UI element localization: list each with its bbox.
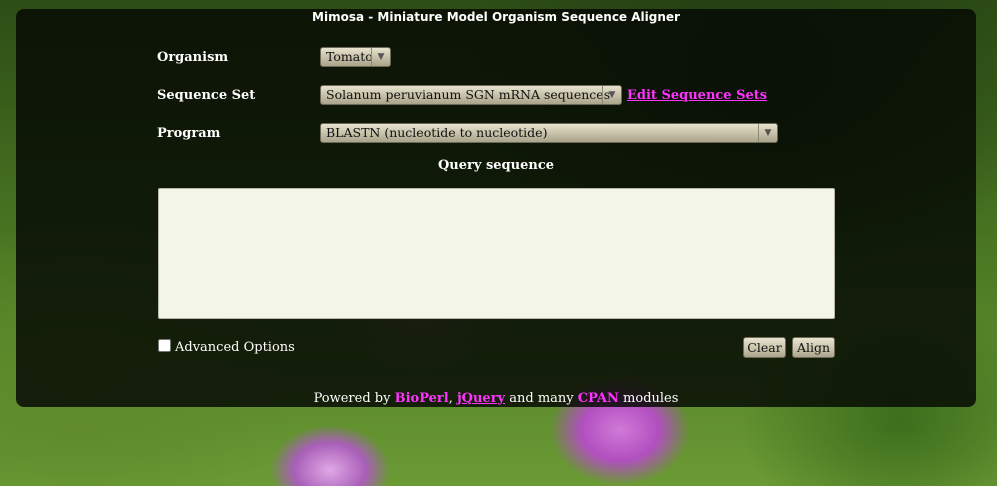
app-title: Mimosa - Miniature Model Organism Sequen… [312,10,680,24]
sequence-set-select[interactable]: Solanum peruvianum SGN mRNA sequences ▼ [320,85,622,105]
program-select-value: BLASTN (nucleotide to nucleotide) [326,125,548,140]
footer-middle: and many [505,391,578,406]
query-sequence-heading: Query sequence [437,158,555,173]
chevron-down-icon: ▼ [602,86,621,104]
chevron-down-icon: ▼ [371,48,390,66]
footer-credits: Powered by BioPerl, jQuery and many CPAN… [16,391,976,407]
program-label: Program [157,126,221,141]
sequence-set-label: Sequence Set [157,88,256,103]
clear-button[interactable]: Clear [743,337,786,358]
organism-select-value: Tomato [326,49,373,64]
organism-label: Organism [157,50,229,65]
advanced-options-toggle[interactable]: Advanced Options [158,339,295,357]
align-button[interactable]: Align [792,337,835,358]
footer-prefix: Powered by [313,391,395,406]
edit-sequence-sets-link[interactable]: Edit Sequence Sets [627,88,767,104]
jquery-link[interactable]: jQuery [457,391,505,406]
program-select[interactable]: BLASTN (nucleotide to nucleotide) ▼ [320,123,778,143]
organism-select[interactable]: Tomato ▼ [320,47,391,67]
chevron-down-icon: ▼ [758,124,777,142]
advanced-options-checkbox[interactable] [158,339,171,352]
advanced-options-label: Advanced Options [175,340,295,355]
query-sequence-textarea[interactable] [158,188,835,319]
cpan-link[interactable]: CPAN [578,391,619,406]
footer-suffix: modules [618,391,679,406]
bioperl-link[interactable]: BioPerl [395,391,449,406]
main-panel: Mimosa - Miniature Model Organism Sequen… [16,9,976,407]
sequence-set-select-value: Solanum peruvianum SGN mRNA sequences [326,87,611,102]
footer-separator: , [448,391,457,406]
